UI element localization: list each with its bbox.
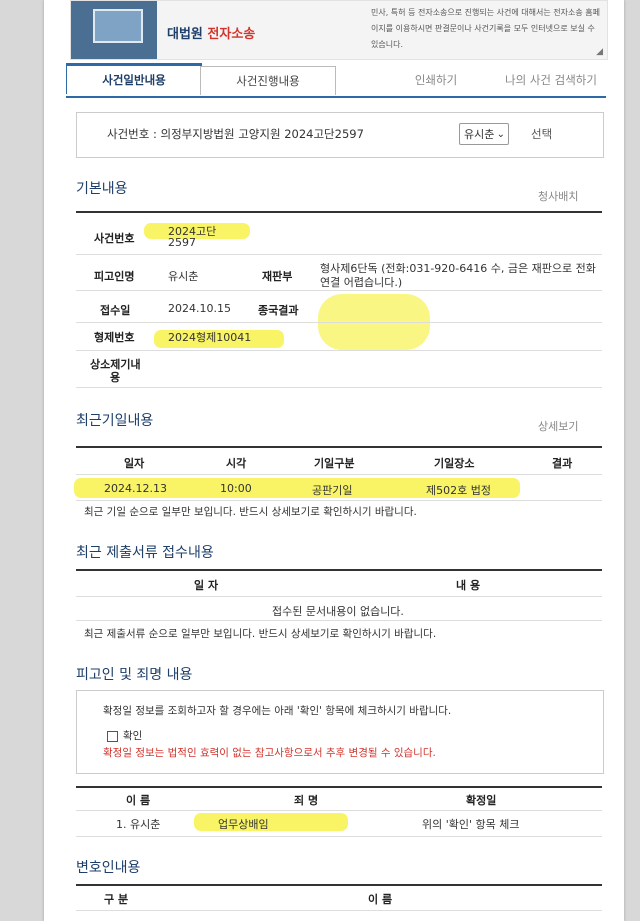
documents-header-content: 내 용 xyxy=(456,579,481,592)
my-case-search-link[interactable]: 나의 사건 검색하기 xyxy=(496,66,606,94)
basic-info-title: 기본내용 xyxy=(76,181,128,197)
chevron-down-icon: ⌄ xyxy=(496,129,505,140)
criminal-no-label: 형제번호 xyxy=(94,331,135,344)
court-label: 재판부 xyxy=(262,270,293,283)
hearing-type: 공판기일 xyxy=(312,484,353,497)
final-result-label: 종국결과 xyxy=(258,304,299,317)
lawyer-title: 변호인내용 xyxy=(76,860,141,876)
court-layout-link[interactable]: 청사배치 xyxy=(538,188,578,204)
row-divider xyxy=(76,350,602,351)
court-value: 형사제6단독 (전화:031-920-6416 수, 금은 재판으로 전화연결 … xyxy=(320,262,596,289)
tab-case-progress[interactable]: 사건진행내용 xyxy=(200,66,336,95)
row-divider xyxy=(76,387,602,388)
hearing-table-top-border xyxy=(76,446,602,448)
print-link[interactable]: 인쇄하기 xyxy=(406,66,466,94)
banner-illustration xyxy=(71,1,157,59)
corner-arrow-icon: ◢ xyxy=(596,47,603,57)
row-divider xyxy=(76,620,602,621)
hearing-header-time: 시각 xyxy=(226,457,247,470)
received-date-value: 2024.10.15 xyxy=(168,302,231,315)
defendant-name: 1. 유시춘 xyxy=(116,818,161,831)
documents-title: 최근 제출서류 접수내용 xyxy=(76,545,214,561)
lawyer-header-type: 구 분 xyxy=(104,893,129,906)
row-divider xyxy=(76,836,602,837)
defendant-value: 유시춘 xyxy=(168,270,199,283)
party-select[interactable]: 유시춘 ⌄ xyxy=(459,123,509,145)
confirm-checkbox[interactable] xyxy=(107,731,118,742)
documents-header-date: 일 자 xyxy=(194,579,219,592)
case-no-label: 사건번호 xyxy=(94,232,135,245)
row-divider xyxy=(76,500,602,501)
defendant-header-charge: 죄 명 xyxy=(294,794,319,807)
documents-table-top-border xyxy=(76,569,602,571)
hearing-header-type: 기일구분 xyxy=(314,457,355,470)
confirm-warning: 확정일 정보는 법적인 효력이 없는 참고사항으로서 추후 변경될 수 있습니다… xyxy=(103,747,436,759)
defendant-charge-title: 피고인 및 죄명 내용 xyxy=(76,667,193,683)
defendant-final-date: 위의 '확인' 항목 체크 xyxy=(422,818,520,831)
lawyer-table-top-border xyxy=(76,884,602,886)
row-divider xyxy=(76,322,602,323)
defendant-charge: 업무상배임 xyxy=(218,818,269,831)
row-divider xyxy=(76,596,602,597)
hearing-detail-link[interactable]: 상세보기 xyxy=(538,418,578,434)
defendant-table-top-border xyxy=(76,786,602,788)
e-litigation-banner[interactable]: 대법원 전자소송 민사, 특허 등 전자소송으로 진행되는 사건에 대해서는 전… xyxy=(70,0,608,60)
hearing-header-place: 기일장소 xyxy=(434,457,475,470)
defendant-label: 피고인명 xyxy=(94,270,135,283)
documents-empty: 접수된 문서내용이 없습니다. xyxy=(272,605,404,618)
hearing-header-result: 결과 xyxy=(552,457,573,470)
documents-note: 최근 제출서류 순으로 일부만 보입니다. 반드시 상세보기로 확인하시기 바랍… xyxy=(84,628,437,640)
tab-case-general[interactable]: 사건일반내용 xyxy=(66,63,202,94)
lawyer-header-name: 이 름 xyxy=(368,893,393,906)
basic-table-top-border xyxy=(76,211,602,213)
case-info-page: 대법원 전자소송 민사, 특허 등 전자소송으로 진행되는 사건에 대해서는 전… xyxy=(44,0,624,921)
row-divider xyxy=(76,810,602,811)
case-number-box: 사건번호 : 의정부지방법원 고양지원 2024고단2597 유시춘 ⌄ 선택 xyxy=(76,112,604,158)
confirm-notice: 확정일 정보를 조회하고자 할 경우에는 아래 '확인' 항목에 체크하시기 바… xyxy=(103,705,452,717)
case-number-label: 사건번호 : 의정부지방법원 고양지원 2024고단2597 xyxy=(107,127,364,141)
hearing-place: 제502호 법정 xyxy=(426,484,491,497)
defendant-header-final-date: 확정일 xyxy=(466,794,497,807)
select-button[interactable]: 선택 xyxy=(531,126,552,142)
row-divider xyxy=(76,910,602,911)
tab-bar: 사건일반내용 사건진행내용 인쇄하기 나의 사건 검색하기 xyxy=(66,63,606,98)
confirm-notice-box: 확정일 정보를 조회하고자 할 경우에는 아래 '확인' 항목에 체크하시기 바… xyxy=(76,690,604,774)
row-divider xyxy=(76,474,602,475)
banner-title: 대법원 전자소송 xyxy=(167,27,256,42)
appeal-label-line2: 용 xyxy=(110,371,121,384)
row-divider xyxy=(76,254,602,255)
case-no-value-line2: 2597 xyxy=(168,236,196,249)
hearing-time: 10:00 xyxy=(220,482,252,495)
hearing-header-date: 일자 xyxy=(124,457,145,470)
row-divider xyxy=(76,290,602,291)
hearing-date: 2024.12.13 xyxy=(104,482,167,495)
defendant-header-name: 이 름 xyxy=(126,794,151,807)
hearing-note: 최근 기일 순으로 일부만 보입니다. 반드시 상세보기로 확인하시기 바랍니다… xyxy=(84,506,417,518)
criminal-no-value: 2024형제10041 xyxy=(168,331,252,344)
banner-description: 민사, 특허 등 전자소송으로 진행되는 사건에 대해서는 전자소송 홈페이지를… xyxy=(371,8,600,49)
recent-hearing-title: 최근기일내용 xyxy=(76,413,154,429)
confirm-checkbox-label: 확인 xyxy=(123,730,143,742)
received-date-label: 접수일 xyxy=(100,304,131,317)
